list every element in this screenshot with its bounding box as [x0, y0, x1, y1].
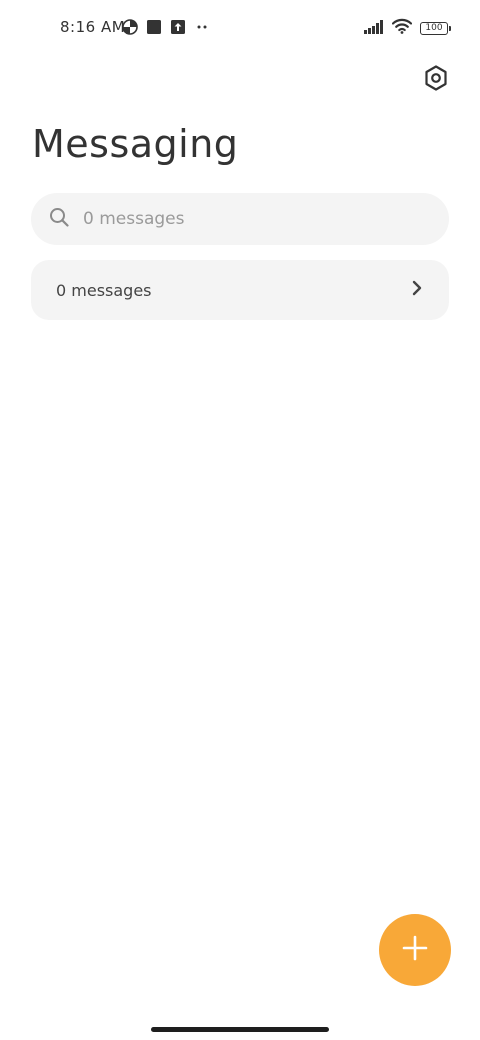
settings-button[interactable] [422, 65, 450, 95]
battery-level: 100 [425, 23, 443, 33]
signal-icon [364, 19, 384, 38]
battery-icon: 100 [420, 21, 451, 35]
search-input[interactable] [81, 208, 405, 230]
new-message-button[interactable] [379, 914, 451, 986]
square-notification-icon [146, 19, 162, 39]
status-left-icons [122, 19, 210, 39]
page-title: Messaging [32, 122, 239, 166]
status-bar: 8:16 AM 100 [0, 0, 480, 56]
messages-row-label: 0 messages [56, 280, 152, 300]
messages-row[interactable]: 0 messages [31, 260, 449, 320]
wifi-icon [391, 18, 413, 38]
status-right-icons: 100 [364, 18, 451, 38]
upload-icon [170, 19, 186, 39]
search-bar[interactable] [31, 193, 449, 245]
data-saver-icon [122, 19, 138, 39]
more-dots-icon [194, 19, 210, 39]
chevron-right-icon [411, 280, 423, 300]
settings-hex-icon [424, 65, 448, 95]
home-indicator[interactable] [151, 1027, 329, 1032]
status-time: 8:16 AM [60, 18, 126, 36]
search-icon [49, 207, 69, 231]
plus-icon [401, 934, 429, 966]
